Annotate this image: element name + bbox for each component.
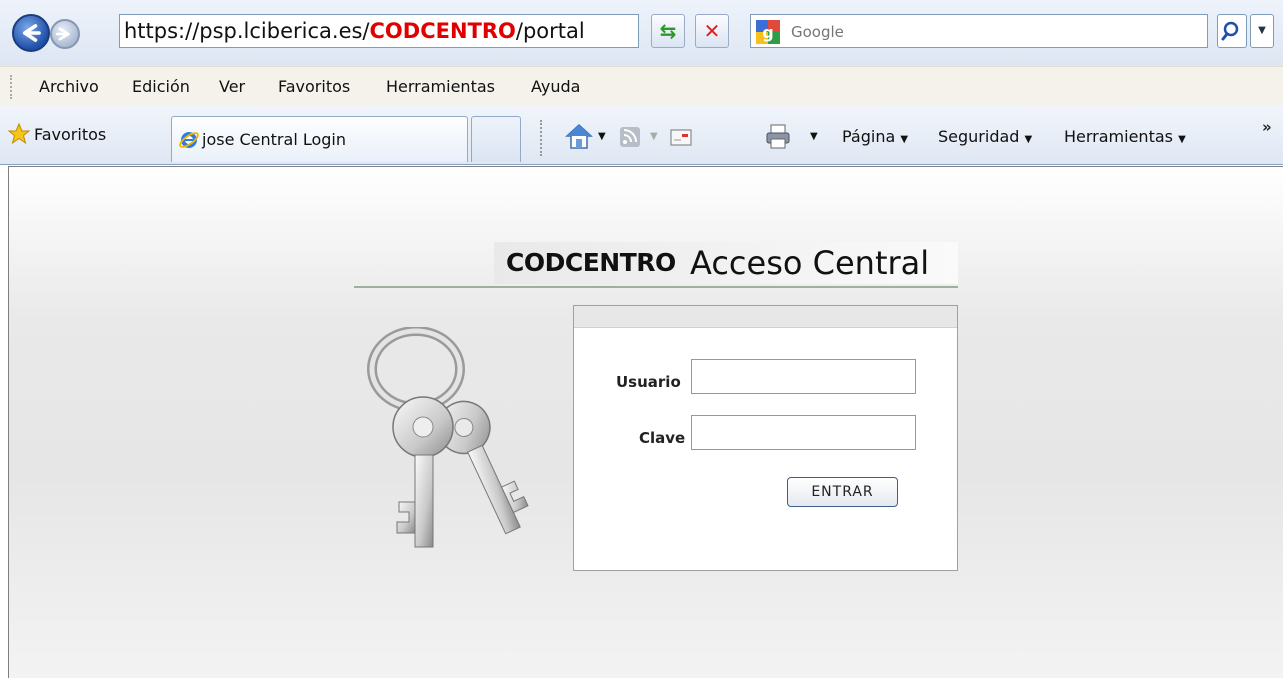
forward-arrow-icon — [55, 27, 70, 41]
home-icon[interactable] — [565, 122, 593, 152]
toolbar-grip — [10, 75, 15, 99]
keys-icon — [367, 327, 529, 548]
password-label: Clave — [639, 429, 686, 447]
title-code: CODCENTRO — [506, 248, 676, 277]
page-menu[interactable]: Página ▼ — [842, 120, 908, 154]
menu-herramientas[interactable]: Herramientas — [386, 67, 495, 107]
search-box: g — [750, 14, 1208, 48]
back-button[interactable] — [12, 14, 50, 52]
rss-icon[interactable] — [618, 122, 642, 152]
more-commands-icon[interactable]: » — [1262, 118, 1272, 136]
url-suffix: /portal — [515, 19, 585, 43]
menu-edicion[interactable]: Edición — [132, 67, 190, 107]
security-menu-label: Seguridad — [938, 127, 1020, 146]
magnifier-icon — [1221, 21, 1239, 41]
tab-title: jose Central Login — [202, 130, 347, 149]
login-panel-header — [574, 306, 957, 328]
search-options-button[interactable]: ▼ — [1250, 14, 1274, 48]
print-dropdown-icon[interactable]: ▼ — [810, 120, 818, 154]
chevron-down-icon: ▼ — [1178, 134, 1186, 145]
menu-ver[interactable]: Ver — [219, 67, 245, 107]
submit-button[interactable]: ENTRAR — [787, 477, 898, 507]
page-content: CODCENTRO Acceso Central Usuario Clave E… — [8, 166, 1283, 678]
back-arrow-icon — [22, 24, 41, 42]
menu-archivo[interactable]: Archivo — [39, 67, 99, 107]
new-tab-button[interactable] — [471, 116, 521, 162]
refresh-icon: ⇆ — [659, 19, 677, 43]
tools-menu[interactable]: Herramientas ▼ — [1064, 120, 1186, 154]
security-menu[interactable]: Seguridad ▼ — [938, 120, 1032, 154]
user-input[interactable] — [691, 359, 916, 394]
title-divider — [354, 286, 958, 288]
svg-text:g: g — [762, 23, 773, 42]
home-dropdown-icon[interactable]: ▼ — [598, 120, 606, 154]
refresh-button[interactable]: ⇆ — [651, 14, 685, 48]
favorites-label: Favoritos — [34, 125, 107, 144]
printer-icon[interactable] — [764, 122, 792, 152]
mail-icon[interactable] — [669, 122, 693, 152]
menu-bar: Archivo Edición Ver Favoritos Herramient… — [0, 66, 1283, 108]
forward-button[interactable] — [50, 19, 80, 49]
google-logo-icon: g — [756, 20, 780, 44]
stop-button[interactable]: ✕ — [695, 14, 729, 48]
page-title: CODCENTRO Acceso Central — [494, 242, 958, 284]
star-icon — [7, 122, 31, 145]
url-field[interactable]: https://psp.lciberica.es/CODCENTRO/porta… — [119, 14, 639, 48]
title-text: Acceso Central — [690, 244, 930, 282]
ie-logo-icon — [179, 132, 199, 148]
tools-menu-label: Herramientas — [1064, 127, 1173, 146]
menu-favoritos[interactable]: Favoritos — [278, 67, 350, 107]
password-input[interactable] — [691, 415, 916, 450]
url-highlight: CODCENTRO — [369, 19, 516, 43]
address-bar: https://psp.lciberica.es/CODCENTRO/porta… — [0, 0, 1283, 66]
feeds-dropdown-icon[interactable]: ▼ — [650, 120, 658, 154]
url-prefix: https://psp.lciberica.es/ — [124, 19, 370, 43]
favorites-button[interactable]: Favoritos — [7, 120, 107, 150]
search-input[interactable] — [789, 18, 1193, 46]
menu-ayuda[interactable]: Ayuda — [531, 67, 580, 107]
chevron-down-icon: ▼ — [1024, 134, 1033, 145]
user-label: Usuario — [616, 373, 681, 391]
chevron-down-icon: ▼ — [900, 134, 909, 145]
stop-icon: ✕ — [703, 19, 721, 43]
search-button[interactable] — [1217, 14, 1247, 48]
favorites-bar: Favoritos jose Central Login ▼ ▼ ▼ Págin… — [0, 106, 1283, 165]
chevron-down-icon: ▼ — [1258, 25, 1266, 36]
toolbar-separator — [540, 120, 542, 156]
page-menu-label: Página — [842, 127, 896, 146]
tab-active[interactable]: jose Central Login — [171, 116, 468, 162]
login-panel: Usuario Clave ENTRAR — [573, 305, 958, 571]
